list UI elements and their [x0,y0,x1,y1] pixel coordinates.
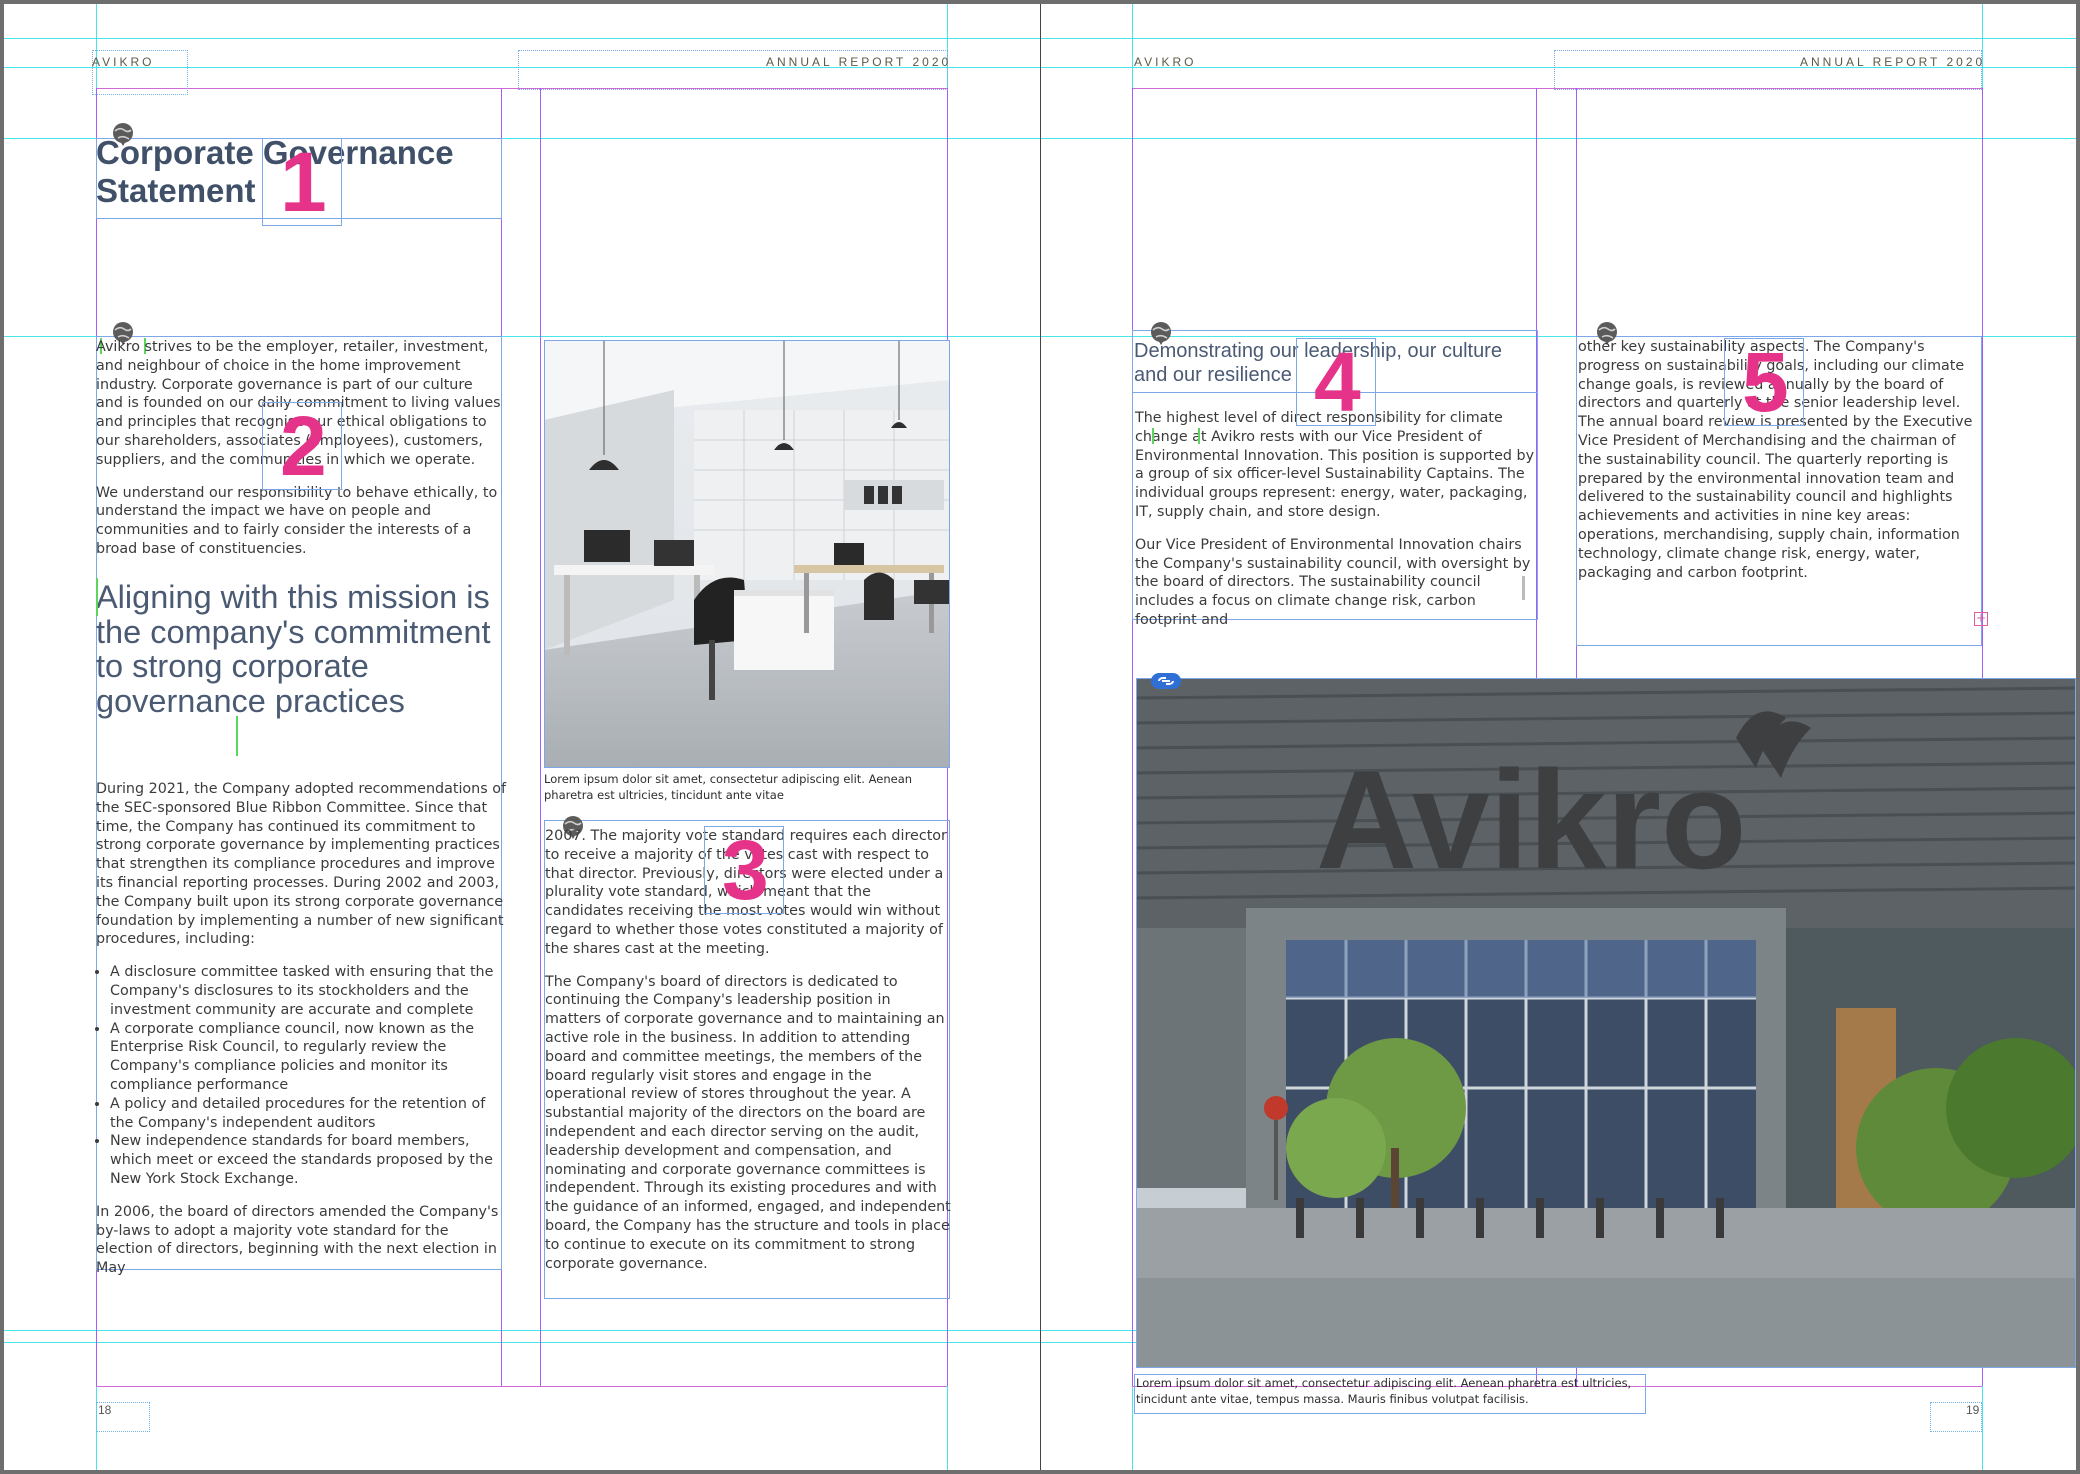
frame-number-3: 3 [722,823,769,917]
link-icon[interactable] [1150,672,1182,690]
frame-number-4: 4 [1314,335,1361,429]
list-item: A corporate compliance council, now know… [110,1020,506,1095]
list-item: New independence standards for board mem… [110,1132,506,1188]
history-text: During 2021, the Company adopted recomme… [96,780,506,1292]
intro-paragraph-2: We understand our responsibility to beha… [96,484,498,557]
frame-number-2: 2 [280,399,327,493]
frame-number-5: 5 [1742,335,1789,429]
right-col1-paragraph-2: Our Vice President of Environmental Inno… [1135,536,1531,628]
running-header-left: AVIKRO [92,55,155,69]
spread-canvas[interactable]: AVIKRO ANNUAL REPORT 2020 AVIKRO ANNUAL … [4,4,2076,1470]
frame-number-1: 1 [280,135,327,229]
text-cursor [1152,428,1154,444]
image-frame-storefront[interactable] [1136,678,2076,1368]
running-header-right: ANNUAL REPORT 2020 [766,55,952,69]
text-cursor [236,716,238,756]
pull-quote: Aligning with this mission is the compan… [96,579,491,719]
overset-plus-icon[interactable]: + [1974,612,1988,626]
running-header-right-p19: ANNUAL REPORT 2020 [1800,55,1986,69]
text-cursor [96,578,98,616]
column-guide [540,88,541,1386]
margin-bottom-left [96,1386,947,1387]
right-col1-text: The highest level of direct responsibili… [1135,409,1540,644]
scroll-indicator[interactable] [1522,576,1525,600]
spread-spine [1040,4,1041,1470]
text-cursor [1198,428,1200,444]
list-item: A policy and detailed procedures for the… [110,1095,506,1133]
image-frame-office[interactable] [544,340,950,768]
history-paragraph: During 2021, the Company adopted recomme… [96,781,506,948]
page-number-right: 19 [1966,1403,1980,1417]
running-header-left-p19: AVIKRO [1134,55,1197,69]
page-number-left: 18 [98,1403,112,1417]
storefront-caption: Lorem ipsum dolor sit amet, consectetur … [1136,1376,1632,1406]
office-caption: Lorem ipsum dolor sit amet, consectetur … [544,772,913,802]
col2-paragraph-2: The Company's board of directors is dedi… [545,973,951,1272]
list-item: A disclosure committee tasked with ensur… [110,963,506,1019]
procedure-list: A disclosure committee tasked with ensur… [96,963,506,1189]
column-guide [1132,88,1133,1386]
closing-paragraph: In 2006, the board of directors amended … [96,1203,499,1277]
